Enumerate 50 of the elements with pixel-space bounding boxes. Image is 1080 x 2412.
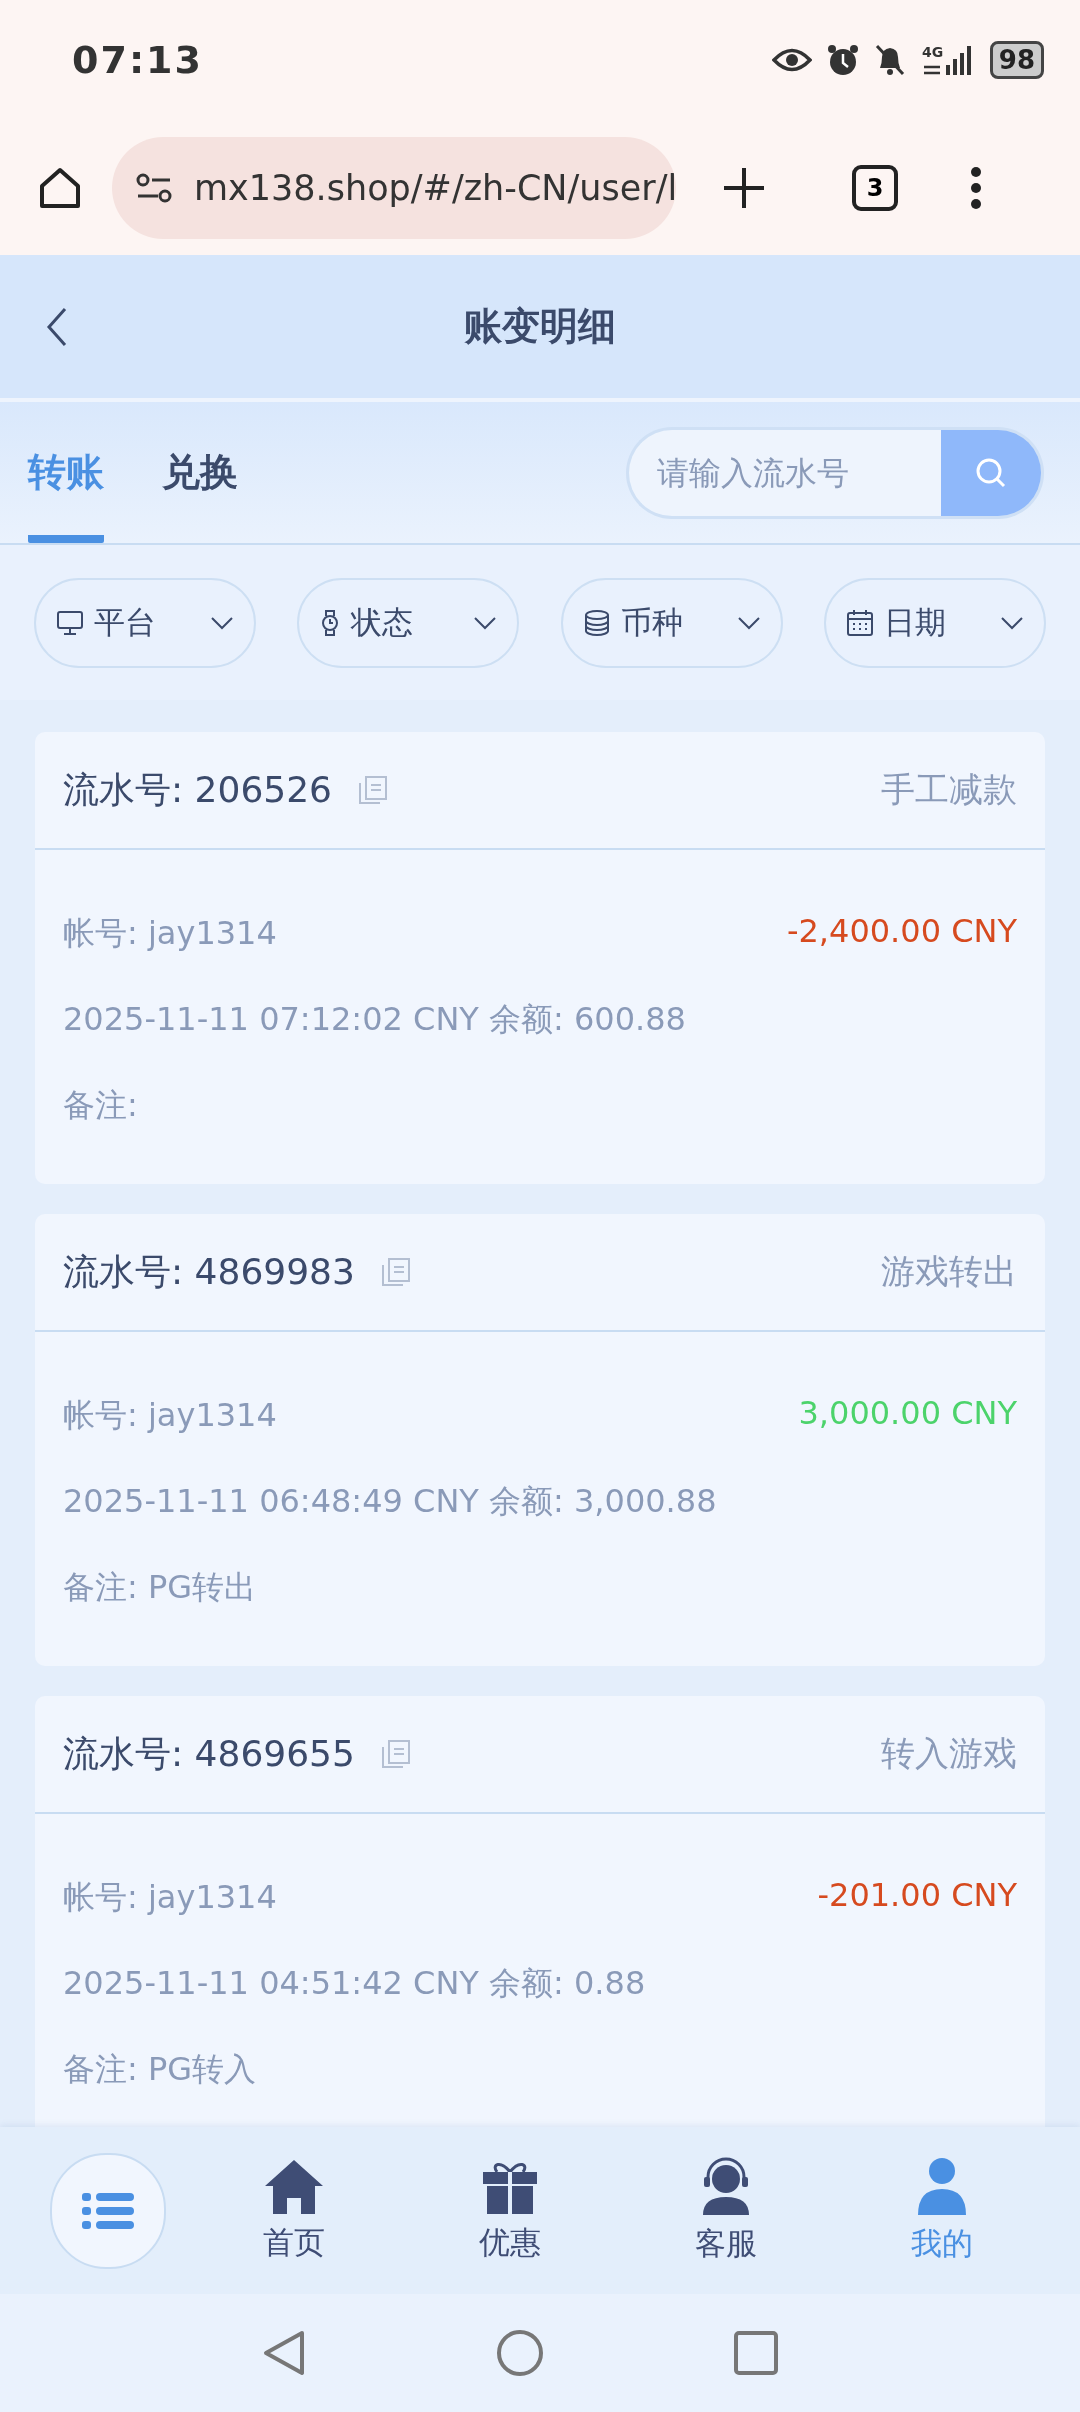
site-settings-icon[interactable] [134, 171, 174, 204]
amount-text: -201.00 CNY [817, 1876, 1017, 1916]
time-balance-text: 2025-11-11 07:12:02 CNY 余额: 600.88 [63, 999, 687, 1040]
time-balance-text: 2025-11-11 04:51:42 CNY 余额: 0.88 [63, 1963, 647, 2004]
battery-icon: 98 [989, 41, 1044, 79]
transaction-type: 转入游戏 [881, 1732, 1017, 1775]
transaction-type: 游戏转出 [881, 1250, 1017, 1293]
new-tab-icon[interactable] [722, 165, 766, 210]
chevron-down-icon [736, 615, 761, 630]
page-title: 账变明细 [464, 303, 616, 350]
serial-number: 流水号: 4869983 [63, 1249, 355, 1294]
eye-icon [771, 47, 812, 73]
account-text: 帐号: jay1314 [63, 1395, 277, 1436]
amount-text: -2,400.00 CNY [786, 912, 1017, 952]
note-text: 备注: [63, 1085, 139, 1126]
user-icon [916, 2156, 968, 2217]
menu-icon[interactable] [82, 2190, 134, 2231]
amount-text: 3,000.00 CNY [798, 1394, 1017, 1434]
chevron-down-icon [210, 615, 234, 630]
chevron-down-icon [473, 615, 498, 630]
calendar-icon [846, 608, 874, 637]
account-text: 帐号: jay1314 [63, 913, 277, 954]
tab-count-button[interactable]: 3 [852, 164, 898, 211]
chevron-down-icon [1000, 615, 1024, 630]
nav-item[interactable]: 客服 [618, 2156, 834, 2265]
filter-dropdown[interactable]: 平台 [34, 577, 256, 668]
tab[interactable]: 兑换 [162, 402, 238, 543]
back-icon[interactable] [262, 2329, 306, 2377]
more-icon[interactable] [970, 165, 982, 210]
back-icon[interactable] [46, 307, 68, 347]
recents-icon[interactable] [734, 2331, 778, 2375]
note-text: 备注: PG转出 [63, 1567, 258, 1608]
serial-number: 流水号: 206526 [63, 767, 332, 812]
monitor-icon [56, 608, 84, 637]
filter-dropdown[interactable]: 状态 [297, 577, 520, 668]
account-text: 帐号: jay1314 [63, 1877, 277, 1918]
home-icon [263, 2157, 325, 2216]
filter-dropdown[interactable]: 币种 [560, 577, 783, 668]
nav-item[interactable]: 优惠 [402, 2157, 618, 2264]
nav-item[interactable]: 首页 [186, 2157, 402, 2264]
alarm-icon [825, 43, 860, 77]
note-text: 备注: PG转入 [63, 2049, 258, 2090]
muted-bell-icon [873, 43, 906, 77]
address-bar[interactable]: mx138.shop/#/zh-CN/user/l [112, 136, 676, 239]
transaction-type: 手工减款 [881, 768, 1017, 811]
serial-number: 流水号: 4869655 [63, 1731, 355, 1776]
coin-stack-icon [582, 608, 611, 637]
filter-dropdown[interactable]: 日期 [824, 577, 1046, 668]
time-balance-text: 2025-11-11 06:48:49 CNY 余额: 3,000.88 [63, 1481, 718, 1522]
status-time: 07:13 [72, 38, 203, 82]
